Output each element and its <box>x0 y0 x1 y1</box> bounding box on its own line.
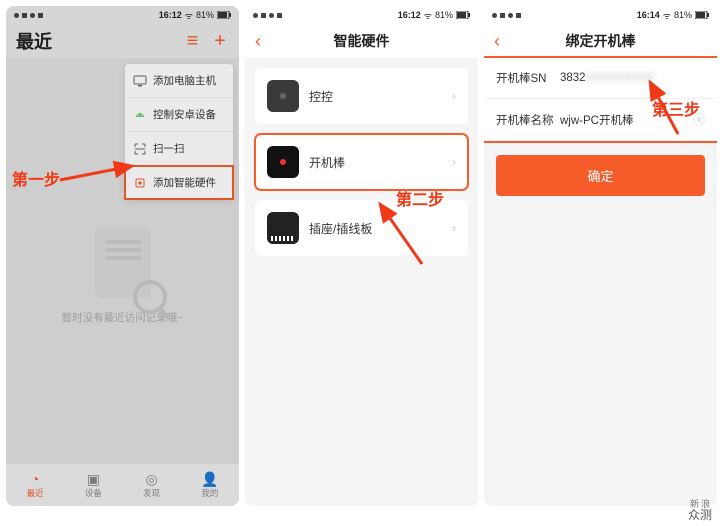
page-title: 绑定开机棒 <box>484 31 717 51</box>
empty-state: 暂时没有最近访问记录哦~ <box>6 228 239 325</box>
bind-form: 开机棒SN 3832XXXXXXXXX 开机棒名称 wjw-PC开机棒 ⓧ <box>484 58 717 141</box>
hardware-label: 插座/插线板 <box>309 220 372 237</box>
confirm-button[interactable]: 确定 <box>496 155 705 196</box>
hardware-label: 开机棒 <box>309 154 345 171</box>
phone-smart-hardware: 16:12 ᯤ 81% ‹ 智能硬件 控控 › 开机棒 › <box>245 6 478 506</box>
body: 控控 › 开机棒 › 插座/插线板 › <box>245 58 478 506</box>
person-icon: 👤 <box>201 472 218 486</box>
body: 开机棒SN 3832XXXXXXXXX 开机棒名称 wjw-PC开机棒 ⓧ 确定 <box>484 58 717 506</box>
tab-discover[interactable]: ◎发现 <box>123 465 181 506</box>
back-icon[interactable]: ‹ <box>494 32 500 50</box>
menu-item-add-smart-hardware[interactable]: 添加智能硬件 <box>125 166 233 199</box>
monitor-icon <box>133 74 147 88</box>
android-icon <box>133 108 147 122</box>
body: 添加电脑主机 控制安卓设备 扫一扫 <box>6 58 239 464</box>
hardware-label: 控控 <box>309 88 333 105</box>
sn-label: 开机棒SN <box>496 70 560 86</box>
hardware-item-socket[interactable]: 插座/插线板 › <box>255 200 468 256</box>
tab-recent[interactable]: ◔最近 <box>6 465 64 506</box>
name-value: wjw-PC开机棒 <box>560 112 693 128</box>
compass-icon: ◎ <box>146 472 158 486</box>
chevron-right-icon: › <box>452 89 456 103</box>
three-phone-tutorial: 16:12 ᯤ 81% 最近 ≡ + 添加电脑主机 <box>0 0 720 513</box>
status-bar: 16:12 ᯤ 81% <box>6 6 239 24</box>
status-battery: 81% <box>196 10 214 20</box>
row-name[interactable]: 开机棒名称 wjw-PC开机棒 ⓧ <box>484 99 717 141</box>
watermark: 新浪 众测 <box>688 500 712 522</box>
tab-devices[interactable]: ▣设备 <box>64 465 122 506</box>
phone-recent: 16:12 ᯤ 81% 最近 ≡ + 添加电脑主机 <box>6 6 239 506</box>
hardware-item-kongkong[interactable]: 控控 › <box>255 68 468 124</box>
device-thumb <box>267 80 299 112</box>
device-thumb <box>267 212 299 244</box>
page-title: 最近 <box>16 28 52 54</box>
status-bar: 16:12 ᯤ 81% <box>245 6 478 24</box>
add-dropdown: 添加电脑主机 控制安卓设备 扫一扫 <box>125 64 233 199</box>
bottom-tabs: ◔最近 ▣设备 ◎发现 👤我的 <box>6 464 239 506</box>
name-label: 开机棒名称 <box>496 112 560 128</box>
phone-bind-boot-stick: 16:14 ᯤ 81% ‹ 绑定开机棒 开机棒SN 3832XXXXXXXXX … <box>484 6 717 506</box>
header: ‹ 绑定开机棒 <box>484 24 717 58</box>
page-title: 智能硬件 <box>245 31 478 51</box>
status-battery: 81% <box>674 10 692 20</box>
header: 最近 ≡ + <box>6 24 239 58</box>
menu-item-label: 添加智能硬件 <box>153 175 216 190</box>
clear-icon[interactable]: ⓧ <box>693 111 705 128</box>
menu-item-scan[interactable]: 扫一扫 <box>125 132 233 166</box>
hardware-item-boot-stick[interactable]: 开机棒 › <box>255 134 468 190</box>
row-sn[interactable]: 开机棒SN 3832XXXXXXXXX <box>484 58 717 99</box>
chip-icon <box>133 176 147 190</box>
status-bar: 16:14 ᯤ 81% <box>484 6 717 24</box>
empty-doc-icon <box>95 228 151 298</box>
chevron-right-icon: › <box>452 221 456 235</box>
status-time: 16:12 <box>398 10 421 20</box>
sn-value: 3832XXXXXXXXX <box>560 72 705 84</box>
back-icon[interactable]: ‹ <box>255 32 261 50</box>
device-thumb <box>267 146 299 178</box>
magnifier-icon <box>133 280 167 314</box>
add-icon[interactable]: + <box>211 31 229 51</box>
chevron-right-icon: › <box>452 155 456 169</box>
status-time: 16:14 <box>637 10 660 20</box>
menu-icon[interactable]: ≡ <box>183 31 201 51</box>
menu-item-label: 扫一扫 <box>153 141 185 156</box>
header: ‹ 智能硬件 <box>245 24 478 58</box>
clock-icon: ◔ <box>31 472 39 486</box>
menu-item-label: 控制安卓设备 <box>153 107 216 122</box>
scan-icon <box>133 142 147 156</box>
tab-profile[interactable]: 👤我的 <box>181 465 239 506</box>
menu-item-control-android[interactable]: 控制安卓设备 <box>125 98 233 132</box>
status-time: 16:12 <box>159 10 182 20</box>
status-battery: 81% <box>435 10 453 20</box>
menu-item-add-pc[interactable]: 添加电脑主机 <box>125 64 233 98</box>
menu-item-label: 添加电脑主机 <box>153 73 216 88</box>
devices-icon: ▣ <box>87 472 100 486</box>
